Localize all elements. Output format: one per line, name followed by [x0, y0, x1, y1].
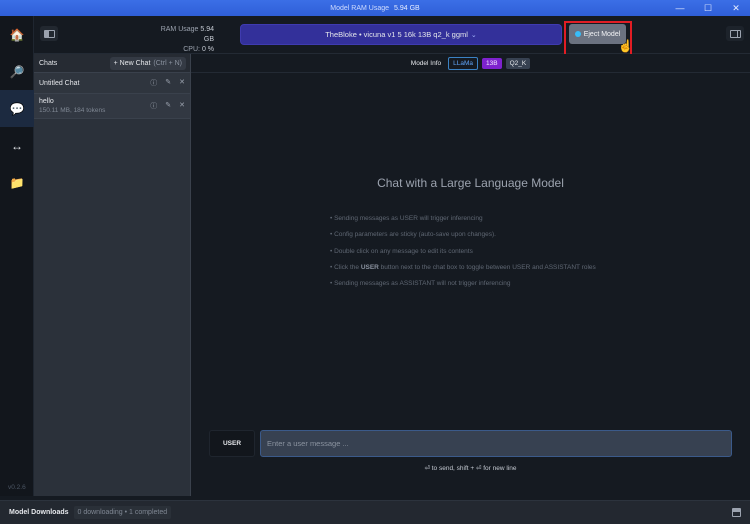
- home-icon: 🏠: [9, 27, 25, 42]
- toggle-sidebar-button[interactable]: [40, 26, 58, 41]
- chat-list-item[interactable]: Untitled Chat ⓘ ✎ ✕: [34, 73, 190, 94]
- resource-usage: RAM Usage 5.94 GB CPU: 0 %: [150, 25, 214, 55]
- sidebar-right-icon: [729, 29, 741, 38]
- app-version: v0.2.6: [8, 484, 26, 491]
- hero-title: Chat with a Large Language Model: [377, 176, 564, 190]
- delete-icon[interactable]: ✕: [179, 101, 185, 111]
- title-bar: Model RAM Usage 5.94 GB — ☐ ✕: [0, 0, 750, 16]
- arrows-horizontal-icon: ↔: [11, 138, 23, 153]
- tips-list: • Sending messages as USER will trigger …: [330, 215, 596, 296]
- quant-badge: Q2_K: [505, 57, 531, 69]
- model-selector[interactable]: TheBloke • vicuna v1 5 16k 13B q2_k ggml…: [240, 24, 562, 45]
- new-chat-button[interactable]: + New Chat (Ctrl + N): [109, 56, 186, 70]
- chat-list-item[interactable]: hello 150.11 MB, 184 tokens ⓘ ✎ ✕: [34, 94, 190, 119]
- chevron-down-icon: ⌄: [470, 31, 477, 39]
- eject-icon: [574, 31, 581, 37]
- ram-label: RAM Usage: [160, 26, 199, 33]
- model-name: TheBloke • vicuna v1 5 16k 13B q2_k ggml: [325, 30, 468, 39]
- message-input[interactable]: [260, 430, 732, 457]
- cpu-value: 0 %: [201, 46, 214, 53]
- nav-home[interactable]: 🏠: [0, 16, 34, 53]
- info-icon[interactable]: ⓘ: [150, 78, 157, 88]
- chats-panel: Chats + New Chat (Ctrl + N) Untitled Chat…: [34, 54, 191, 496]
- tip-item: • Sending messages as USER will trigger …: [330, 215, 483, 222]
- chat-main: Model Info LLaMa 13B Q2_K Chat with a La…: [191, 54, 750, 496]
- folder-icon: 📁: [9, 175, 25, 190]
- bottom-bar: Model Downloads 0 downloading • 1 comple…: [0, 500, 750, 524]
- nav-chat[interactable]: 💬: [0, 90, 34, 127]
- search-icon: 🔎: [9, 64, 25, 79]
- model-info-label: Model Info: [410, 59, 442, 67]
- eject-label: Eject Model: [583, 30, 621, 38]
- arch-badge: LLaMa: [448, 56, 479, 70]
- tip-item: • Double click on any message to edit it…: [330, 247, 473, 255]
- tip-item: • Config parameters are sticky (auto-sav…: [330, 231, 496, 239]
- nav-search[interactable]: 🔎: [0, 53, 34, 90]
- delete-icon[interactable]: ✕: [179, 78, 185, 88]
- downloads-status: 0 downloading • 1 completed: [73, 506, 172, 519]
- sidebar-left-icon: [43, 29, 55, 38]
- model-info-bar: Model Info LLaMa 13B Q2_K: [191, 54, 750, 73]
- tip-item: • Sending messages as ASSISTANT will not…: [330, 280, 511, 288]
- chat-bubble-icon: 💬: [9, 101, 25, 116]
- left-nav: 🏠 🔎 💬 ↔ 📁 v0.2.6: [0, 16, 34, 496]
- ram-value: 5.94 GB: [200, 26, 214, 43]
- new-chat-shortcut: (Ctrl + N): [153, 59, 182, 67]
- info-icon[interactable]: ⓘ: [150, 101, 157, 111]
- hand-cursor-icon: ☝: [618, 39, 633, 53]
- new-chat-label: + New Chat: [113, 59, 151, 67]
- nav-server[interactable]: ↔: [0, 127, 34, 164]
- edit-icon[interactable]: ✎: [165, 78, 171, 88]
- title-ram-value: 5.94 GB: [394, 4, 420, 12]
- panel-toggle-icon[interactable]: [732, 508, 741, 517]
- chats-title: Chats: [39, 59, 58, 67]
- edit-icon[interactable]: ✎: [165, 101, 171, 111]
- size-badge: 13B: [482, 57, 502, 69]
- model-downloads-button[interactable]: Model Downloads: [9, 509, 69, 516]
- close-button[interactable]: ✕: [722, 0, 750, 16]
- top-bar: RAM Usage 5.94 GB CPU: 0 % TheBloke • vi…: [34, 16, 750, 57]
- chats-header: Chats + New Chat (Ctrl + N): [34, 54, 190, 73]
- nav-folder[interactable]: 📁: [0, 164, 34, 201]
- chat-name: Untitled Chat: [39, 79, 80, 87]
- title-label: Model RAM Usage: [330, 4, 390, 12]
- tip-item: • Click the USER button next to the chat…: [330, 263, 596, 271]
- toggle-right-panel-button[interactable]: [726, 26, 744, 41]
- cpu-label: CPU:: [183, 46, 200, 53]
- send-hint: ⏎ to send, shift + ⏎ for new line: [424, 465, 517, 472]
- minimize-button[interactable]: —: [666, 0, 694, 16]
- maximize-button[interactable]: ☐: [694, 0, 722, 16]
- role-toggle-button[interactable]: USER: [209, 430, 255, 457]
